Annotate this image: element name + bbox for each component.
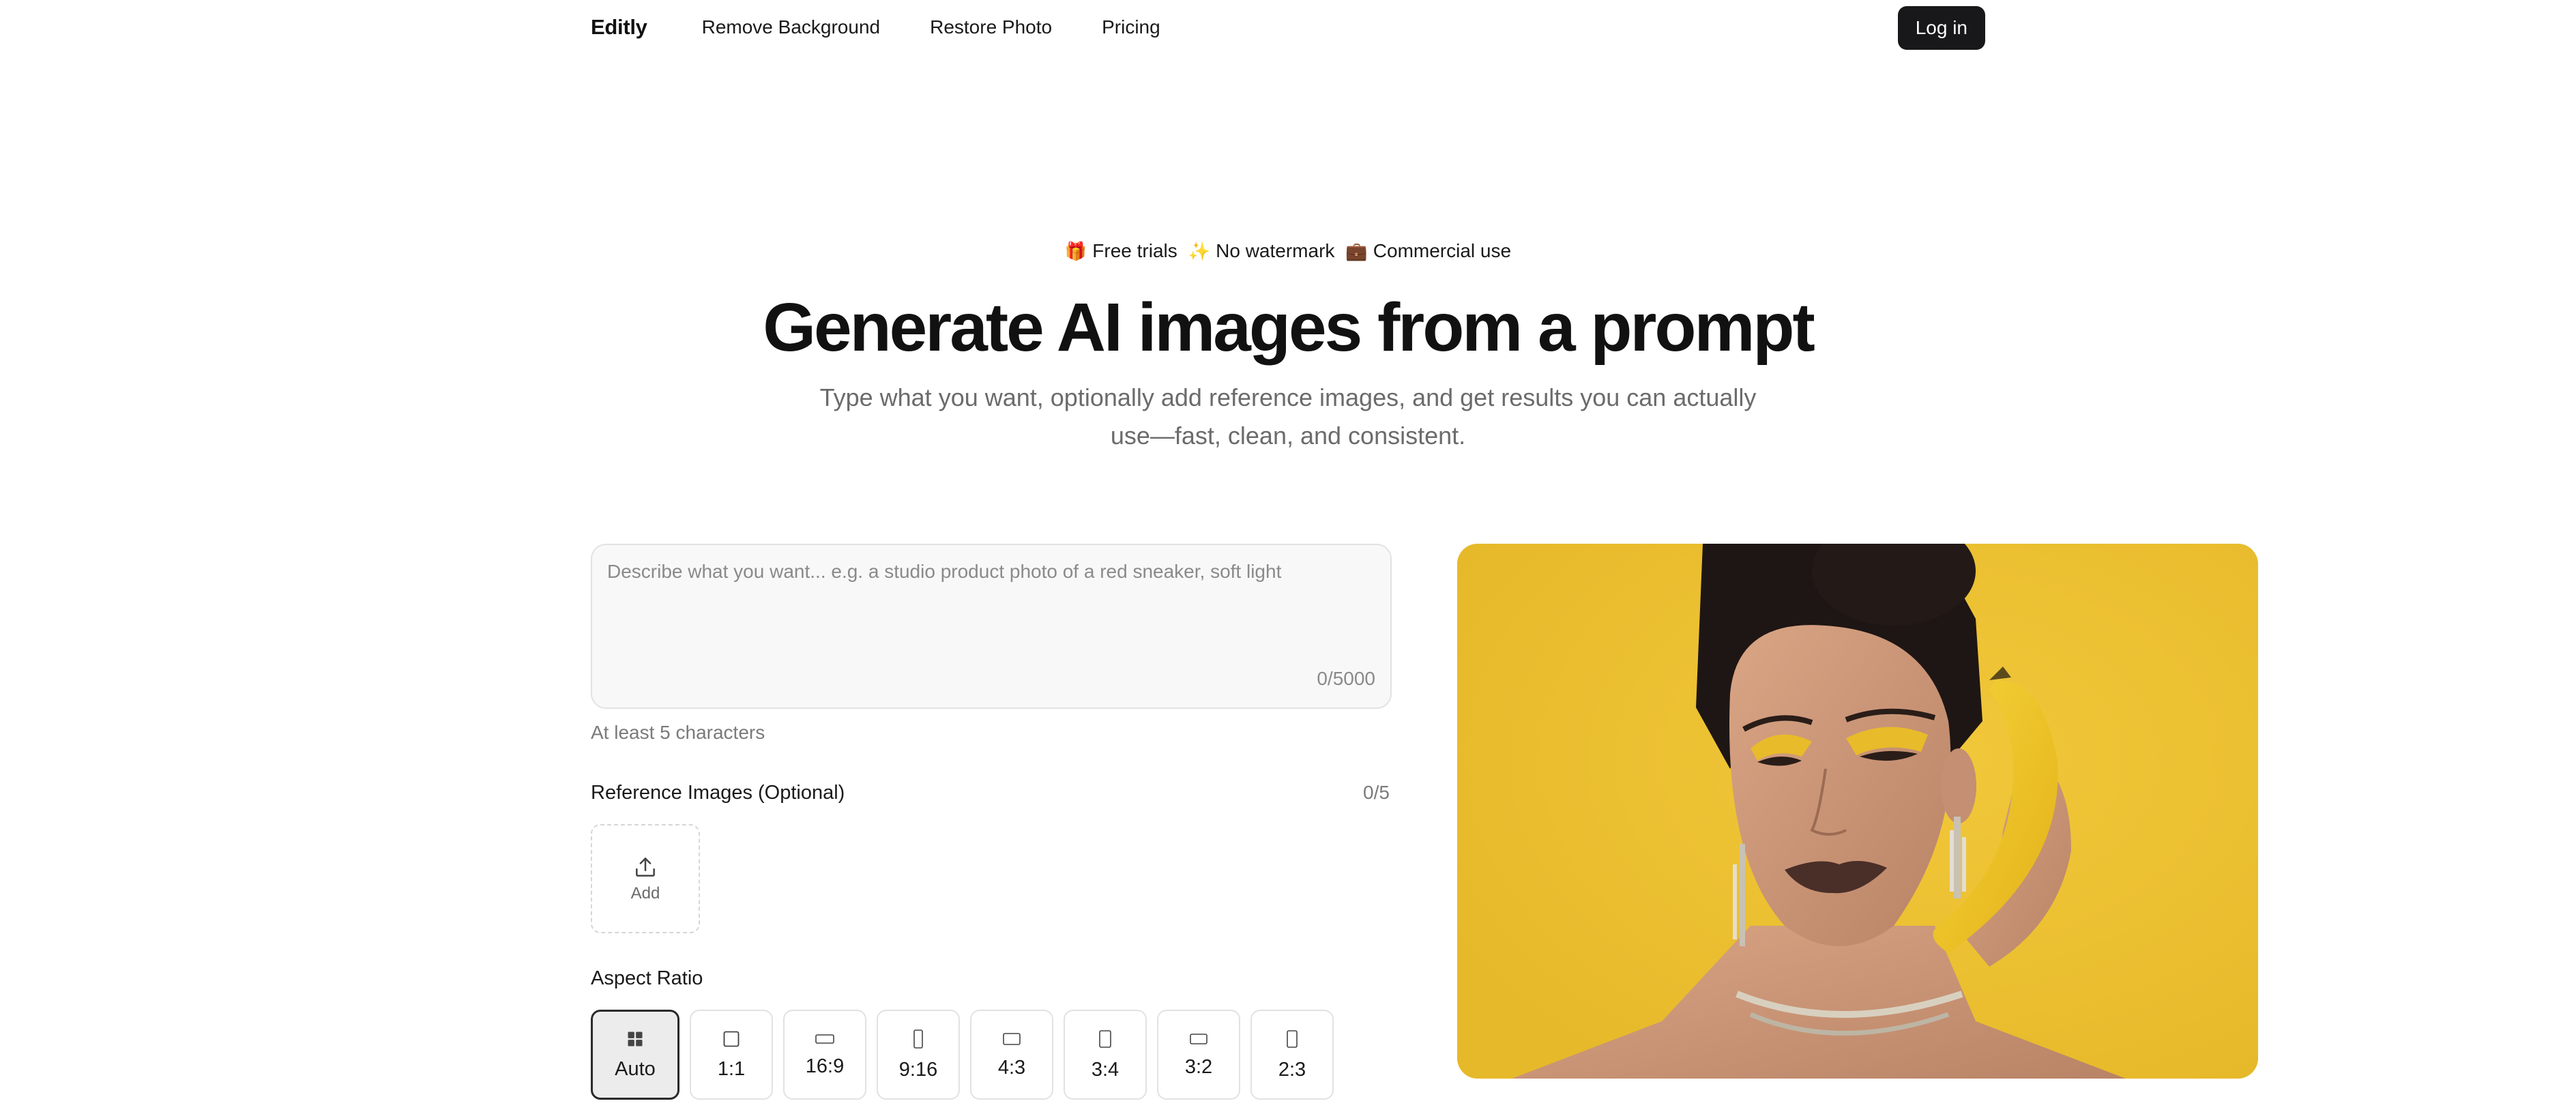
brand-logo[interactable]: Editly	[591, 15, 647, 40]
badge-label: Commercial use	[1373, 240, 1512, 261]
aspect-option-label: 2:3	[1278, 1058, 1306, 1081]
add-label: Add	[630, 884, 660, 903]
aspect-option-3-4[interactable]: 3:4	[1064, 1010, 1147, 1100]
portrait-icon	[1099, 1029, 1111, 1048]
login-button[interactable]: Log in	[1897, 6, 1985, 50]
portrait-tall-icon	[913, 1029, 923, 1049]
aspect-option-auto[interactable]: Auto	[591, 1010, 679, 1100]
aspect-option-label: 9:16	[898, 1058, 938, 1081]
aspect-ratio-options: Auto 1:1 16:9 9:16 4:3 3:4 3:2 2:3	[591, 1010, 1334, 1100]
char-counter: 0/5000	[1317, 668, 1375, 689]
aspect-option-label: Auto	[615, 1057, 656, 1080]
badge-label: No watermark	[1216, 240, 1335, 261]
aspect-option-label: 1:1	[717, 1057, 746, 1080]
portrait-icon	[1287, 1029, 1298, 1048]
nav-link-restore-photo[interactable]: Restore Photo	[930, 16, 1052, 38]
landscape-wide-icon	[815, 1034, 834, 1044]
aspect-option-4-3[interactable]: 4:3	[970, 1010, 1053, 1100]
example-preview-image	[1457, 544, 2258, 1079]
page-title: Generate AI images from a prompt	[763, 289, 1815, 366]
gift-icon: 🎁	[1064, 240, 1087, 261]
top-nav: Editly Remove Background Restore Photo P…	[591, 0, 1985, 55]
nav-link-pricing[interactable]: Pricing	[1102, 16, 1160, 38]
aspect-option-1-1[interactable]: 1:1	[690, 1010, 773, 1100]
prompt-hint: At least 5 characters	[591, 722, 765, 743]
aspect-option-9-16[interactable]: 9:16	[877, 1010, 960, 1100]
aspect-ratio-label: Aspect Ratio	[591, 967, 703, 989]
landscape-icon	[1003, 1032, 1021, 1045]
aspect-option-2-3[interactable]: 2:3	[1250, 1010, 1334, 1100]
aspect-option-3-2[interactable]: 3:2	[1157, 1010, 1240, 1100]
aspect-option-label: 3:4	[1091, 1058, 1119, 1081]
badge-commercial-use: 💼 Commercial use	[1345, 240, 1511, 262]
aspect-option-label: 3:2	[1184, 1055, 1213, 1078]
briefcase-icon: 💼	[1345, 240, 1368, 261]
aspect-option-16-9[interactable]: 16:9	[783, 1010, 866, 1100]
badge-free-trials: 🎁 Free trials	[1065, 240, 1177, 262]
page-subtitle: Type what you want, optionally add refer…	[819, 383, 1757, 450]
page: Editly Remove Background Restore Photo P…	[0, 0, 2576, 1112]
badge-label: Free trials	[1092, 240, 1177, 261]
sparkles-icon: ✨	[1188, 240, 1211, 261]
aspect-option-label: 4:3	[997, 1056, 1026, 1079]
reference-images-label: Reference Images (Optional)	[591, 782, 845, 804]
landscape-icon	[1190, 1033, 1208, 1044]
feature-badges: 🎁 Free trials ✨ No watermark 💼 Commercia…	[0, 240, 2576, 262]
grid-icon	[628, 1031, 643, 1046]
add-reference-button[interactable]: Add	[591, 824, 700, 933]
square-icon	[723, 1031, 740, 1047]
prompt-input[interactable]	[607, 557, 1358, 667]
upload-icon	[636, 858, 655, 877]
prompt-box: 0/5000	[591, 544, 1392, 709]
badge-no-watermark: ✨ No watermark	[1188, 240, 1335, 262]
reference-images-count: 0/5	[1363, 782, 1390, 803]
aspect-option-label: 16:9	[805, 1055, 845, 1077]
portrait-illustration	[1457, 544, 2258, 1079]
nav-link-remove-background[interactable]: Remove Background	[702, 16, 880, 38]
